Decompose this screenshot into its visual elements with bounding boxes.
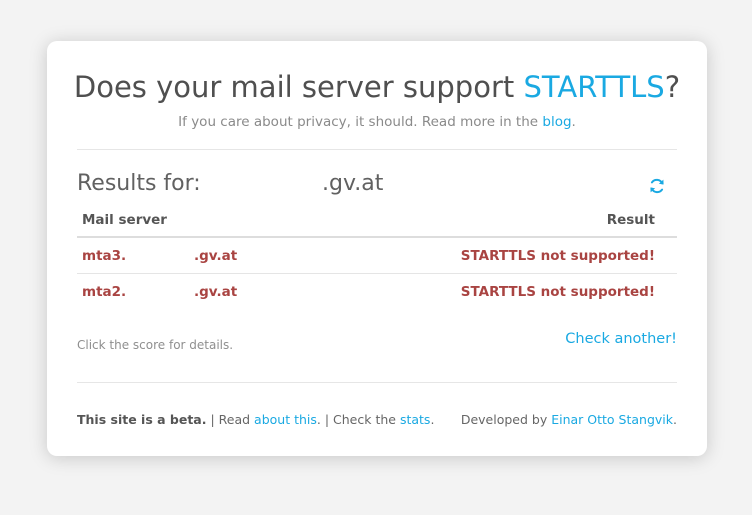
about-link[interactable]: about this	[254, 412, 317, 427]
results-domain: .gv.at	[322, 171, 384, 196]
server-host: mta3.	[82, 247, 127, 264]
author-link[interactable]: Einar Otto Stangvik	[551, 412, 673, 427]
title-suffix: ?	[664, 70, 681, 104]
results-label: Results for:	[77, 171, 201, 196]
server-domain: .gv.at	[194, 283, 238, 300]
column-header-mail-server: Mail server	[77, 204, 334, 238]
main-card: Does your mail server support STARTTLS? …	[47, 41, 707, 456]
results-table: Mail server Result mta3. .gv.at STARTTLS …	[77, 204, 677, 309]
footer-read-text: | Read	[206, 412, 255, 427]
mail-server-cell: mta3. .gv.at	[77, 237, 334, 274]
footer-left: This site is a beta. | Read about this. …	[77, 412, 434, 427]
details-hint: Click the score for details.	[77, 338, 234, 352]
blog-link[interactable]: blog	[542, 114, 571, 130]
author-suffix: .	[673, 412, 677, 427]
beta-notice: This site is a beta.	[77, 412, 207, 427]
subtitle: If you care about privacy, it should. Re…	[47, 114, 707, 130]
subtitle-suffix: .	[571, 114, 576, 130]
column-header-result: Result	[333, 204, 677, 238]
result-cell[interactable]: STARTTLS not supported!	[333, 237, 677, 274]
table-row: mta3. .gv.at STARTTLS not supported!	[77, 237, 677, 274]
footer-right: Developed by Einar Otto Stangvik.	[461, 412, 677, 427]
refresh-icon[interactable]	[648, 177, 666, 195]
title-accent: STARTTLS	[523, 70, 665, 104]
footer-check-text: . | Check the	[316, 412, 400, 427]
subtitle-text: If you care about privacy, it should. Re…	[178, 114, 543, 130]
developed-by-text: Developed by	[460, 412, 552, 427]
server-domain: .gv.at	[194, 247, 238, 264]
page-title: Does your mail server support STARTTLS?	[47, 70, 707, 104]
divider-top	[77, 149, 677, 150]
server-host: mta2.	[82, 283, 127, 300]
result-cell[interactable]: STARTTLS not supported!	[333, 274, 677, 310]
divider-bottom	[77, 382, 677, 383]
table-header-row: Mail server Result	[77, 204, 677, 238]
stats-link[interactable]: stats	[400, 412, 431, 427]
mail-server-cell: mta2. .gv.at	[77, 274, 333, 310]
footer-stats-suffix: .	[430, 412, 435, 427]
check-another-link[interactable]: Check another!	[565, 331, 677, 347]
table-row: mta2. .gv.at STARTTLS not supported!	[77, 274, 677, 310]
title-prefix: Does your mail server support	[73, 70, 524, 104]
